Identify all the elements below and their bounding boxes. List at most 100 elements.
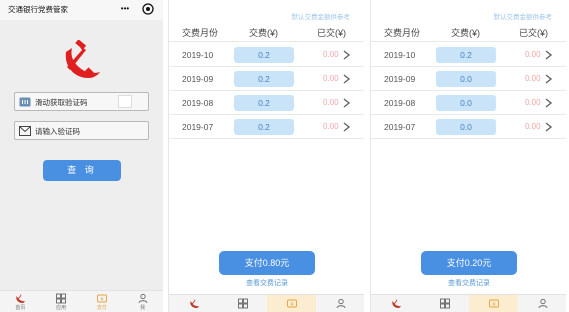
row-month: 2019-08 (384, 98, 416, 108)
header-fee: 交费(¥) (451, 28, 480, 38)
row-month: 2019-07 (384, 122, 416, 132)
row-month: 2019-10 (182, 50, 214, 60)
header-month: 交费月份 (384, 28, 421, 38)
verification-code-placeholder: 请输入验证码 (35, 127, 80, 136)
party-emblem-icon (189, 299, 199, 308)
chevron-right-icon[interactable] (343, 122, 350, 132)
row-paid: 0.00 (323, 74, 339, 83)
mail-icon (19, 126, 31, 136)
fee-amount-input[interactable]: 0.2 (234, 71, 294, 87)
query-screen: 交通银行党费管家 ••• 滑动获取验证码 请输入验证码 查 询 首页 应用 ¥ … (0, 0, 163, 312)
chevron-right-icon[interactable] (545, 98, 552, 108)
row-paid: 0.00 (323, 98, 339, 107)
fee-amount-input[interactable]: 0.2 (436, 47, 496, 63)
fee-list-screen-2: 默认交费金额供参考 交费月份 交费(¥) 已交(¥) 2019-10 0.2 0… (370, 0, 566, 312)
person-icon (336, 298, 345, 309)
payment-icon: ¥ (286, 299, 297, 308)
tab-apps[interactable] (218, 295, 267, 312)
person-icon (138, 293, 148, 304)
app-title: 交通银行党费管家 (8, 5, 68, 14)
svg-text:¥: ¥ (492, 302, 495, 308)
captcha-slider-field[interactable]: 滑动获取验证码 (14, 92, 149, 111)
view-payment-records-link[interactable]: 查看交费记录 (169, 278, 364, 288)
tab-apps-label: 应用 (56, 305, 67, 311)
tab-home[interactable] (169, 295, 218, 312)
captcha-field-label: 滑动获取验证码 (35, 98, 88, 107)
fee-amount-input[interactable]: 0.2 (234, 47, 294, 63)
fee-amount-input[interactable]: 0.2 (234, 119, 294, 135)
row-month: 2019-08 (182, 98, 214, 108)
header-month: 交费月份 (182, 28, 219, 38)
row-paid: 0.00 (323, 122, 339, 131)
more-icon[interactable]: ••• (119, 3, 131, 15)
chevron-right-icon[interactable] (343, 74, 350, 84)
bottom-tab-bar: ¥ (371, 294, 566, 312)
tab-me[interactable] (518, 295, 566, 312)
fee-row[interactable]: 2019-09 0.2 0.00 (169, 67, 364, 91)
tab-payment[interactable]: ¥ (469, 295, 518, 312)
tab-home-label: 首页 (15, 305, 26, 311)
chevron-right-icon[interactable] (545, 74, 552, 84)
header-paid: 已交(¥) (317, 28, 346, 38)
header-paid: 已交(¥) (519, 28, 548, 38)
row-month: 2019-07 (182, 122, 214, 132)
fee-row[interactable]: 2019-10 0.2 0.00 (371, 43, 566, 67)
fee-amount-input[interactable]: 0.2 (234, 95, 294, 111)
row-month: 2019-10 (384, 50, 416, 60)
fee-row[interactable]: 2019-10 0.2 0.00 (169, 43, 364, 67)
grid-icon (56, 293, 67, 304)
tab-payment-label: 支付 (96, 305, 107, 311)
tab-home[interactable] (371, 295, 420, 312)
tab-home[interactable]: 首页 (0, 291, 41, 312)
row-month: 2019-09 (384, 74, 416, 84)
svg-text:¥: ¥ (100, 297, 103, 303)
payment-icon: ¥ (96, 294, 107, 303)
fee-amount-input[interactable]: 0.0 (436, 95, 496, 111)
row-paid: 0.00 (525, 50, 541, 59)
fee-amount-input[interactable]: 0.0 (436, 119, 496, 135)
fee-amount-input[interactable]: 0.0 (436, 71, 496, 87)
fee-table-header: 交费月份 交费(¥) 已交(¥) (169, 20, 364, 42)
fee-row[interactable]: 2019-07 0.0 0.00 (371, 115, 566, 139)
tab-payment[interactable]: ¥ (267, 295, 316, 312)
svg-text:¥: ¥ (290, 302, 293, 308)
party-emblem-icon (16, 294, 26, 303)
fee-row[interactable]: 2019-09 0.0 0.00 (371, 67, 566, 91)
verification-code-input[interactable]: 请输入验证码 (14, 121, 149, 140)
tab-payment[interactable]: ¥ 支付 (82, 291, 123, 312)
title-bar: 交通银行党费管家 ••• (0, 0, 163, 20)
pay-button[interactable]: 支付0.80元 (219, 251, 315, 275)
grid-icon (439, 298, 450, 309)
captcha-slider-handle[interactable] (118, 95, 132, 108)
row-month: 2019-09 (182, 74, 214, 84)
fee-row[interactable]: 2019-08 0.0 0.00 (371, 91, 566, 115)
chevron-right-icon[interactable] (545, 122, 552, 132)
close-mini-program-icon[interactable] (142, 3, 154, 15)
query-button[interactable]: 查 询 (43, 160, 121, 181)
row-paid: 0.00 (323, 50, 339, 59)
row-paid: 0.00 (525, 122, 541, 131)
chevron-right-icon[interactable] (545, 50, 552, 60)
tab-me-label: 我 (140, 305, 146, 311)
tab-me[interactable] (316, 295, 364, 312)
party-emblem-icon (391, 299, 401, 308)
party-emblem-icon (65, 40, 100, 78)
pay-button[interactable]: 支付0.20元 (421, 251, 517, 275)
payment-icon: ¥ (488, 299, 499, 308)
tab-me[interactable]: 我 (122, 291, 163, 312)
tab-apps[interactable] (420, 295, 469, 312)
grid-icon (237, 298, 248, 309)
chevron-right-icon[interactable] (343, 50, 350, 60)
bottom-tab-bar: 首页 应用 ¥ 支付 我 (0, 290, 163, 312)
fee-table-header: 交费月份 交费(¥) 已交(¥) (371, 20, 566, 42)
bottom-tab-bar: ¥ (169, 294, 364, 312)
view-payment-records-link[interactable]: 查看交费记录 (371, 278, 566, 288)
fee-row[interactable]: 2019-07 0.2 0.00 (169, 115, 364, 139)
fee-row[interactable]: 2019-08 0.2 0.00 (169, 91, 364, 115)
tab-apps[interactable]: 应用 (41, 291, 82, 312)
row-paid: 0.00 (525, 74, 541, 83)
chevron-right-icon[interactable] (343, 98, 350, 108)
row-paid: 0.00 (525, 98, 541, 107)
fee-list-screen-1: 默认交费金额供参考 交费月份 交费(¥) 已交(¥) 2019-10 0.2 0… (168, 0, 364, 312)
captcha-icon (19, 97, 31, 107)
